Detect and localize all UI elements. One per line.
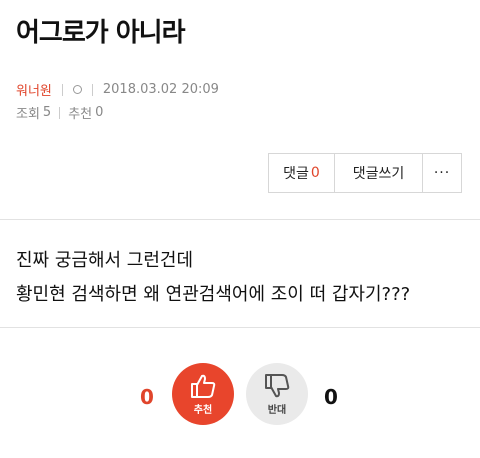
divider (59, 106, 61, 119)
recommend-count: 0 (95, 105, 104, 120)
divider (0, 219, 480, 220)
content-line: 진짜 궁금해서 그런건데 (16, 250, 194, 271)
post-title: 어그로가 아니라 (16, 18, 185, 48)
downvote-label: 반대 (267, 404, 287, 416)
content-line: 황민현 검색하면 왜 연관검색어에 조이 떠 갑자기??? (16, 284, 411, 305)
downvote-button[interactable]: 반대 (246, 363, 308, 425)
divider (91, 83, 93, 96)
comment-toolbar: 댓글 0 댓글쓰기 ··· (268, 153, 462, 193)
downvote-count: 0 (324, 385, 338, 409)
post-stats: 조회 5 추천 0 (16, 103, 103, 122)
views-count: 5 (42, 105, 52, 120)
write-comment-button[interactable]: 댓글쓰기 (335, 154, 423, 192)
divider (0, 327, 480, 328)
comments-count: 0 (310, 165, 320, 181)
upvote-button[interactable]: 추천 (172, 363, 234, 425)
vote-section: 0 추천 반대 0 (0, 363, 480, 427)
thumbs-up-icon (191, 374, 216, 398)
thumbs-down-icon (265, 373, 290, 397)
author-name[interactable]: 워너원 (16, 80, 52, 99)
divider (61, 83, 63, 96)
more-options-icon[interactable]: ··· (423, 154, 461, 192)
post-date: 2018.03.02 20:09 (102, 82, 219, 97)
upvote-count: 0 (140, 385, 154, 409)
views-label: 조회 (16, 107, 40, 122)
comments-label: 댓글 (283, 166, 309, 182)
recommend-label: 추천 (68, 107, 93, 122)
post-meta: 워너원 2018.03.02 20:09 (16, 80, 219, 99)
comments-button[interactable]: 댓글 0 (269, 154, 335, 192)
user-level-icon (72, 85, 82, 94)
post-content: 진짜 궁금해서 그런건데 황민현 검색하면 왜 연관검색어에 조이 떠 갑자기?… (16, 244, 410, 312)
upvote-label: 추천 (193, 404, 213, 416)
